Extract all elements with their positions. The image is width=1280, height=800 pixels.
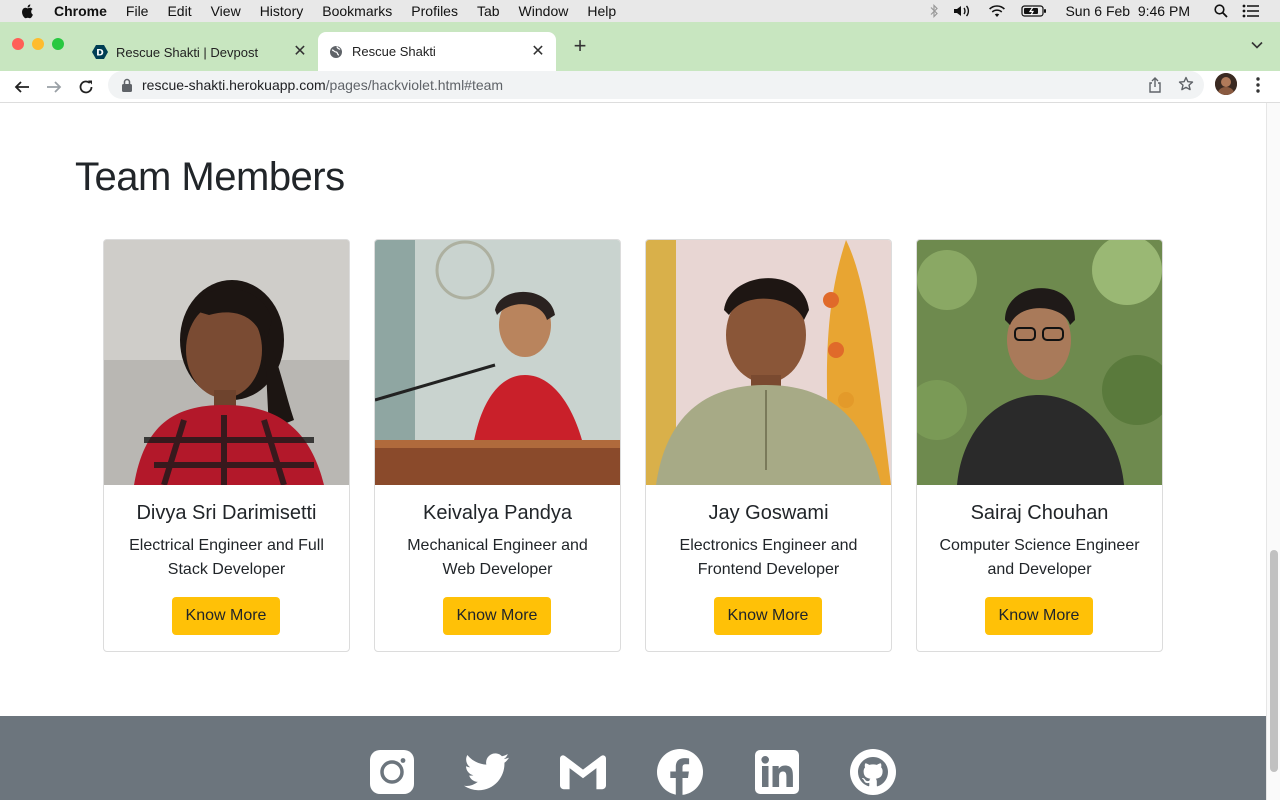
devpost-icon: D (92, 44, 108, 60)
page-scrollbar[interactable] (1266, 103, 1280, 800)
menu-app-name[interactable]: Chrome (54, 3, 107, 19)
menu-history[interactable]: History (260, 3, 304, 19)
instagram-icon[interactable] (369, 749, 415, 795)
team-card: Divya Sri Darimisetti Electrical Enginee… (103, 239, 350, 652)
window-controls (12, 38, 64, 50)
twitter-icon[interactable] (464, 749, 510, 795)
tab-title: Rescue Shakti (352, 44, 436, 59)
team-member-photo (375, 240, 620, 485)
menu-bookmarks[interactable]: Bookmarks (322, 3, 392, 19)
arrow-left-icon (14, 81, 29, 93)
tab-devpost[interactable]: D Rescue Shakti | Devpost ✕ (82, 32, 318, 72)
tab-rescue-shakti[interactable]: Rescue Shakti ✕ (318, 32, 556, 71)
close-tab-icon[interactable]: ✕ (530, 43, 546, 60)
menu-tab[interactable]: Tab (477, 3, 500, 19)
team-card: Keivalya Pandya Mechanical Engineer and … (374, 239, 621, 652)
member-name: Sairaj Chouhan (970, 502, 1109, 524)
menu-window[interactable]: Window (519, 3, 569, 19)
member-name: Keivalya Pandya (423, 502, 572, 524)
team-member-photo (917, 240, 1162, 485)
bluetooth-icon[interactable] (929, 4, 939, 18)
close-window-button[interactable] (12, 38, 24, 50)
url-host: rescue-shakti.herokuapp.com (142, 77, 326, 93)
apple-logo-icon[interactable] (20, 3, 36, 19)
member-role: Electronics Engineer and Frontend Develo… (679, 537, 858, 578)
know-more-button[interactable]: Know More (714, 597, 822, 635)
lock-icon[interactable] (121, 78, 133, 92)
team-card: Jay Goswami Electronics Engineer and Fro… (645, 239, 892, 652)
member-role: Computer Science Engineer and Developer (939, 537, 1140, 578)
chrome-menu-icon[interactable] (1252, 75, 1264, 95)
browser-tab-strip: D Rescue Shakti | Devpost ✕ Rescue Shakt… (0, 22, 1280, 71)
menubar-clock[interactable]: Sun 6 Feb 9:46 PM (1065, 3, 1190, 19)
page-title: Team Members (75, 155, 345, 199)
close-tab-icon[interactable]: ✕ (292, 44, 308, 60)
page-viewport: Team Members Divya Sri Darimisetti Elect… (0, 103, 1266, 800)
bookmark-star-icon[interactable] (1178, 76, 1194, 95)
address-bar[interactable]: rescue-shakti.herokuapp.com/pages/hackvi… (108, 71, 1204, 99)
reload-icon (79, 80, 93, 94)
profile-avatar[interactable] (1215, 73, 1237, 95)
scrollbar-thumb[interactable] (1270, 550, 1278, 772)
github-icon[interactable] (850, 749, 896, 795)
back-button[interactable] (8, 73, 36, 101)
site-footer (0, 716, 1266, 800)
globe-icon (328, 44, 344, 60)
team-card: Sairaj Chouhan Computer Science Engineer… (916, 239, 1163, 652)
menu-file[interactable]: File (126, 3, 149, 19)
arrow-right-icon (47, 81, 62, 93)
facebook-icon[interactable] (657, 749, 703, 795)
volume-icon[interactable] (953, 4, 973, 18)
gmail-icon[interactable] (560, 749, 606, 795)
browser-toolbar: rescue-shakti.herokuapp.com/pages/hackvi… (0, 71, 1280, 103)
battery-icon[interactable] (1021, 4, 1047, 18)
menu-view[interactable]: View (211, 3, 241, 19)
spotlight-search-icon[interactable] (1214, 4, 1228, 18)
reload-button[interactable] (72, 73, 100, 101)
member-name: Jay Goswami (708, 502, 829, 524)
team-member-photo (104, 240, 349, 485)
macos-menu-bar: Chrome File Edit View History Bookmarks … (0, 0, 1280, 22)
know-more-button[interactable]: Know More (172, 597, 280, 635)
know-more-button[interactable]: Know More (985, 597, 1093, 635)
new-tab-button[interactable]: + (570, 35, 590, 57)
member-role: Mechanical Engineer and Web Developer (407, 537, 588, 578)
forward-button[interactable] (40, 73, 68, 101)
menu-help[interactable]: Help (587, 3, 616, 19)
zoom-window-button[interactable] (52, 38, 64, 50)
team-member-photo (646, 240, 891, 485)
member-name: Divya Sri Darimisetti (136, 502, 317, 524)
menu-profiles[interactable]: Profiles (411, 3, 458, 19)
linkedin-icon[interactable] (754, 749, 800, 795)
control-center-icon[interactable] (1242, 4, 1260, 18)
minimize-window-button[interactable] (32, 38, 44, 50)
share-icon[interactable] (1148, 77, 1162, 96)
menu-edit[interactable]: Edit (167, 3, 191, 19)
url-path: /pages/hackviolet.html#team (325, 77, 504, 93)
member-role: Electrical Engineer and Full Stack Devel… (129, 537, 324, 578)
wifi-icon[interactable] (987, 4, 1007, 18)
tab-search-chevron-icon[interactable] (1250, 38, 1264, 52)
svg-text:D: D (96, 49, 103, 59)
tab-title: Rescue Shakti | Devpost (116, 44, 259, 60)
know-more-button[interactable]: Know More (443, 597, 551, 635)
